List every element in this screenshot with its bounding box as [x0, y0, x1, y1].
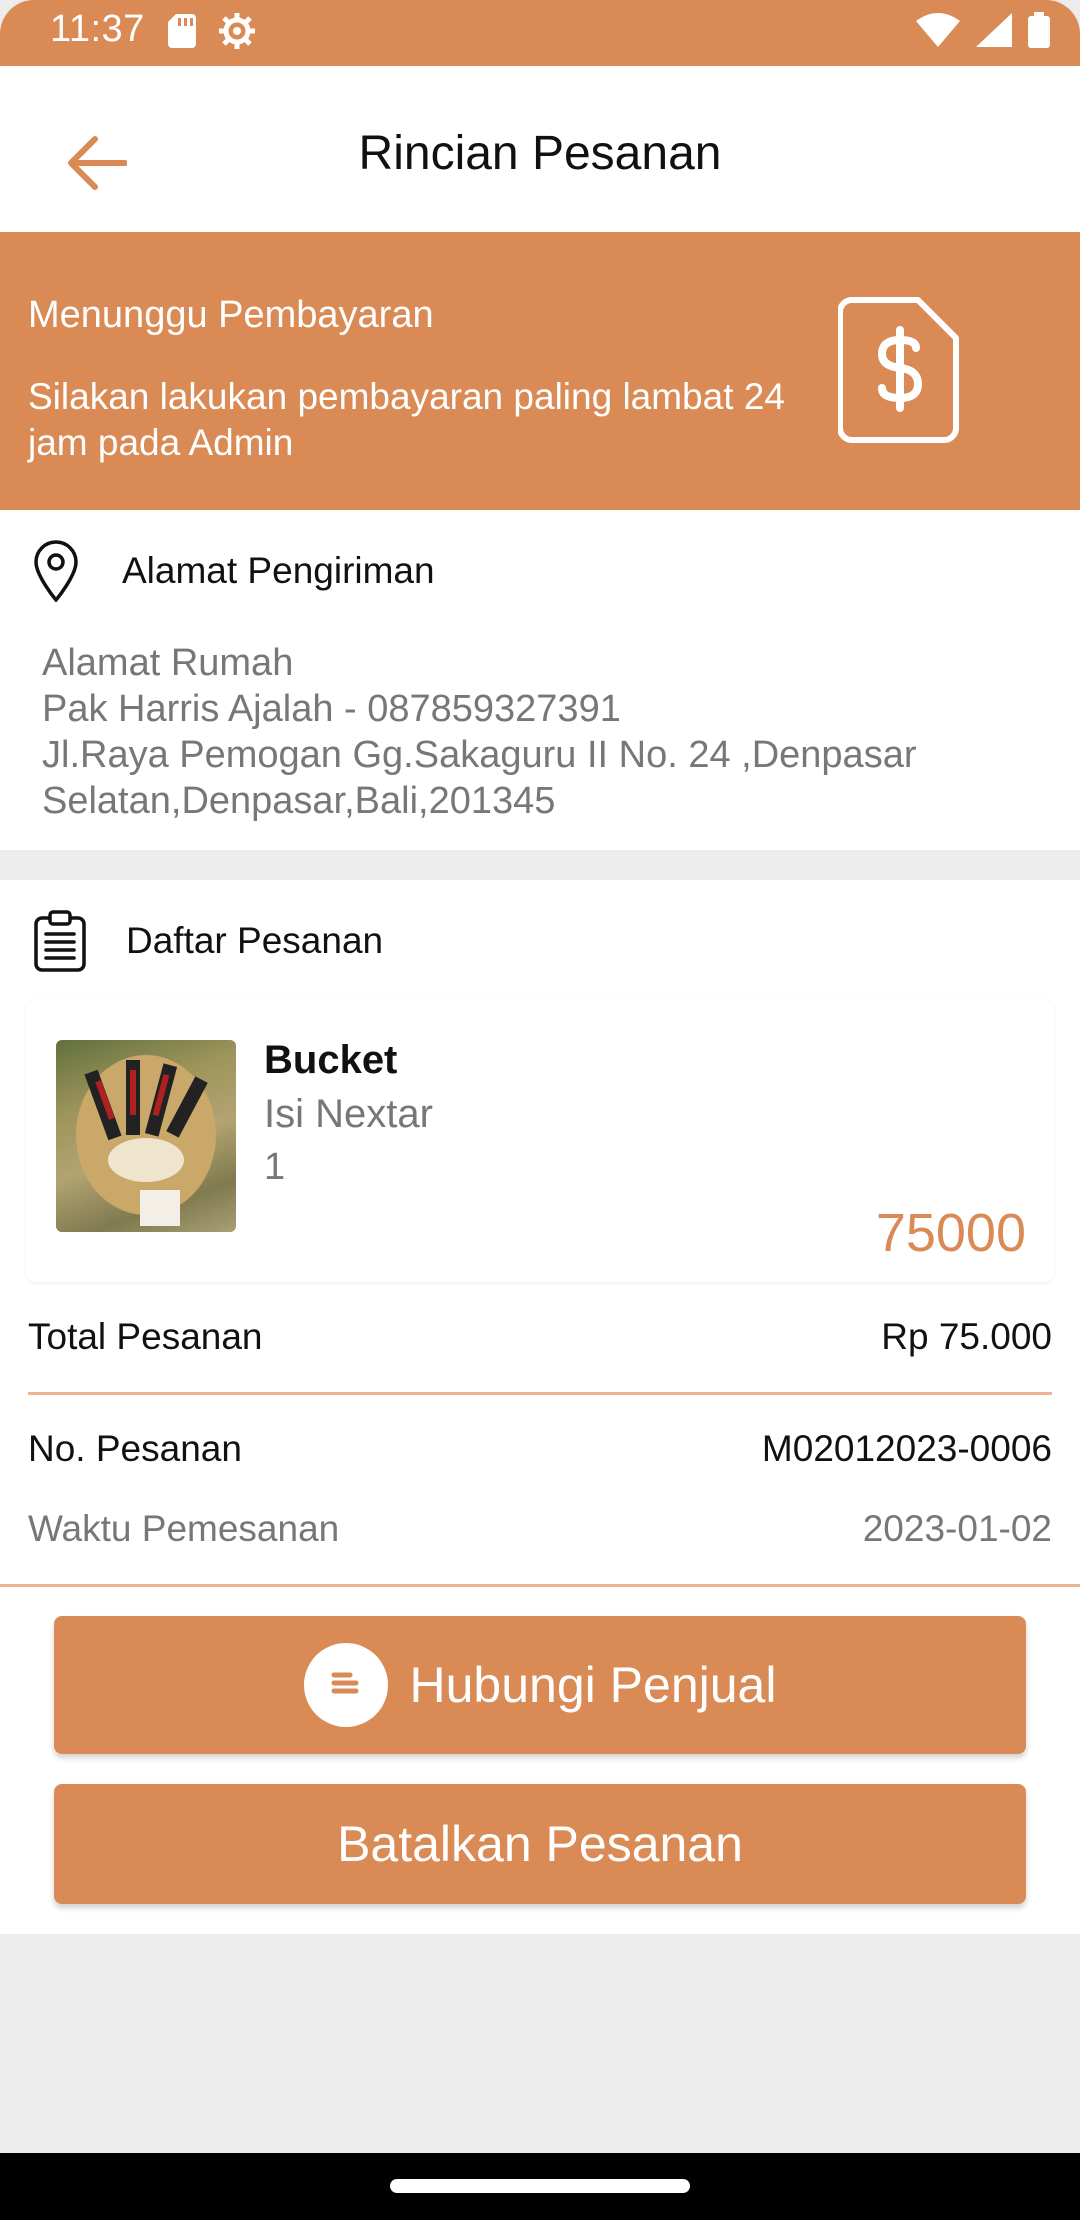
- order-item[interactable]: Bucket Isi Nextar 1 75000: [26, 1000, 1054, 1282]
- app-bar: Rincian Pesanan: [0, 66, 1080, 232]
- system-navigation-bar: [0, 2153, 1080, 2220]
- address-details: Alamat Rumah Pak Harris Ajalah - 0878593…: [42, 640, 1052, 824]
- divider: [28, 1392, 1052, 1395]
- battery-icon: [1028, 12, 1050, 48]
- order-total-row: Total Pesanan Rp 75.000: [28, 1316, 1052, 1358]
- address-recipient: Pak Harris Ajalah - 087859327391: [42, 688, 621, 730]
- location-pin-icon: [34, 540, 78, 602]
- address-type: Alamat Rumah: [42, 642, 294, 684]
- cancel-order-label: Batalkan Pesanan: [337, 1816, 743, 1872]
- shipping-address-card: Alamat Pengiriman Alamat Rumah Pak Harri…: [0, 510, 1080, 850]
- banner-description: Silakan lakukan pembayaran paling lambat…: [28, 376, 785, 463]
- order-time-label: Waktu Pemesanan: [28, 1508, 340, 1549]
- address-heading-label: Alamat Pengiriman: [122, 550, 435, 591]
- clipboard-list-icon: [34, 910, 86, 972]
- product-quantity: 1: [264, 1146, 286, 1188]
- order-list-card: Daftar Pesanan Bucket Isi Nextar 1 75000…: [0, 880, 1080, 1934]
- cancel-order-button[interactable]: Batalkan Pesanan: [54, 1784, 1026, 1904]
- orders-heading: Daftar Pesanan: [32, 910, 383, 972]
- order-time-value: 2023-01-02: [862, 1508, 1052, 1549]
- invoice-dollar-icon: [838, 297, 959, 443]
- status-icons-left: [168, 12, 256, 50]
- status-bar: 11:37: [0, 0, 1080, 66]
- address-heading: Alamat Pengiriman: [32, 540, 435, 602]
- sd-card-icon: [168, 14, 196, 48]
- product-variant: Isi Nextar: [264, 1092, 433, 1136]
- chat-icon: [303, 1643, 388, 1727]
- status-icons-right: [916, 12, 1050, 48]
- order-total-value: Rp 75.000: [881, 1316, 1052, 1357]
- product-price: 75000: [875, 1203, 1026, 1263]
- signal-icon: [976, 13, 1012, 47]
- contact-seller-label: Hubungi Penjual: [409, 1657, 777, 1713]
- order-number-row: No. Pesanan M02012023-0006: [28, 1428, 1052, 1470]
- contact-seller-button[interactable]: Hubungi Penjual: [54, 1616, 1026, 1754]
- home-gesture-handle[interactable]: [390, 2179, 690, 2193]
- status-time: 11:37: [50, 8, 145, 50]
- banner-title: Menunggu Pembayaran: [28, 294, 434, 336]
- wifi-icon: [916, 13, 960, 47]
- payment-status-banner: Menunggu Pembayaran Silakan lakukan pemb…: [0, 232, 1080, 510]
- product-image: [56, 1040, 236, 1232]
- order-number-value: M02012023-0006: [761, 1428, 1052, 1469]
- order-time-row: Waktu Pemesanan 2023-01-02: [28, 1508, 1052, 1550]
- orders-heading-label: Daftar Pesanan: [126, 920, 384, 961]
- settings-icon: [219, 13, 255, 49]
- page-title: Rincian Pesanan: [358, 127, 722, 180]
- product-name: Bucket: [264, 1038, 398, 1082]
- address-street: Jl.Raya Pemogan Gg.Sakaguru II No. 24 ,D…: [42, 734, 917, 822]
- order-number-label: No. Pesanan: [28, 1428, 242, 1469]
- divider: [0, 1584, 1080, 1587]
- order-total-label: Total Pesanan: [28, 1316, 263, 1357]
